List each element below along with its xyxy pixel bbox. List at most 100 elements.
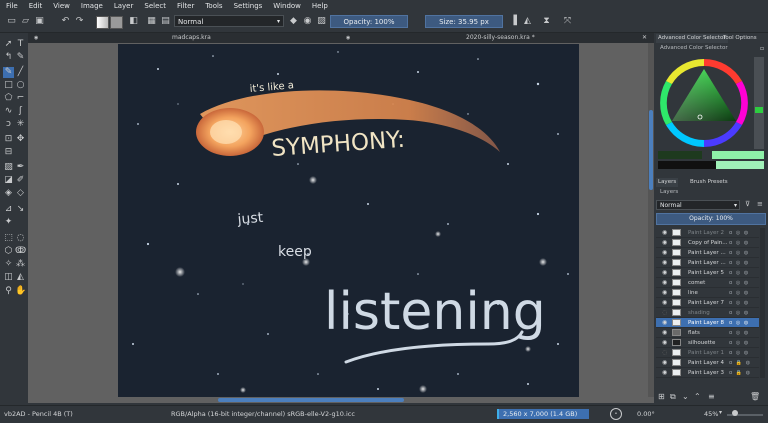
layer-row[interactable]: ◉ Paint Layer 2 α ◎ ◍	[656, 228, 759, 238]
rotation-dial-icon[interactable]: •	[610, 408, 622, 420]
multibrush-tool-icon[interactable]: ✳	[15, 119, 26, 130]
zoom-slider-handle[interactable]	[732, 410, 738, 416]
previous-color-swatch[interactable]	[658, 151, 702, 159]
move-tool-icon[interactable]: ✥	[15, 134, 26, 145]
fill-tool-icon[interactable]: ◈	[3, 188, 14, 199]
layer-flags-icon[interactable]: α ◎ ◍	[729, 288, 749, 298]
layer-properties-icon[interactable]: ≡	[708, 392, 715, 401]
tab-close-icon[interactable]: ◉	[34, 33, 38, 43]
layer-flags-icon[interactable]: α ◎ ◍	[729, 318, 749, 328]
add-layer-icon[interactable]: ⊞	[658, 392, 665, 401]
freehand-brush-tool-icon[interactable]: ✎	[3, 67, 14, 78]
visibility-icon[interactable]: ◌	[662, 309, 667, 316]
smart-patch-tool-icon[interactable]: ✐	[15, 175, 26, 186]
calligraphy-tool-icon[interactable]: ✎	[15, 52, 26, 63]
layer-flags-icon[interactable]: α ◎ ◍	[729, 348, 749, 358]
new-document-icon[interactable]: ▭	[6, 16, 17, 27]
layer-flags-icon[interactable]: α ◎ ◍	[729, 308, 749, 318]
eraser-mode-icon[interactable]: ◆	[288, 16, 299, 27]
layer-row[interactable]: ◌ shading α ◎ ◍	[656, 308, 759, 318]
menu-layer[interactable]: Layer	[108, 0, 139, 11]
dock-float-icon[interactable]: ▫	[758, 44, 766, 53]
visibility-icon[interactable]: ◉	[662, 269, 667, 276]
freehand-path-tool-icon[interactable]: ʃ	[15, 106, 26, 117]
fg-bg-color-icon[interactable]: ◧	[128, 16, 139, 27]
visibility-icon[interactable]: ◉	[662, 369, 667, 376]
brush-settings-icon[interactable]: ▤	[160, 16, 171, 27]
horizontal-scroll-thumb[interactable]	[218, 398, 404, 402]
memory-usage-indicator[interactable]: 2,560 x 7,000 (1.4 GB)	[497, 409, 589, 419]
zoom-status[interactable]: 45%	[704, 409, 718, 419]
menu-view[interactable]: View	[47, 0, 75, 11]
measure-tool-icon[interactable]: ↘	[15, 204, 26, 215]
layer-row[interactable]: ◉ Copy of Pain... α ◎ ◍	[656, 238, 759, 248]
zoom-tool-icon[interactable]: ⚲	[3, 286, 14, 297]
layer-row[interactable]: ◉ comet α ◎ ◍	[656, 278, 759, 288]
color-wheel[interactable]	[656, 55, 766, 179]
tab-advanced-color-selector[interactable]: Advanced Color Selector	[656, 34, 728, 43]
polygonal-selection-tool-icon[interactable]: ⬡	[3, 246, 14, 257]
tab-brush-presets[interactable]: Brush Presets	[688, 178, 730, 187]
polygon-tool-icon[interactable]: ⬠	[3, 93, 14, 104]
size-slider[interactable]: Size: 35.95 px	[425, 15, 503, 28]
chevron-down-icon[interactable]: ▾	[719, 409, 722, 416]
layer-row[interactable]: ◉ Paint Layer ... α ◎ ◍	[656, 258, 759, 268]
layer-flags-icon[interactable]: α 🔒 ◍	[729, 358, 751, 368]
assistant-tool-icon[interactable]: ⊿	[3, 204, 14, 215]
visibility-icon[interactable]: ◉	[662, 339, 667, 346]
undo-icon[interactable]: ↶	[60, 16, 71, 27]
visibility-icon[interactable]: ◌	[662, 349, 667, 356]
menu-select[interactable]: Select	[138, 0, 171, 11]
visibility-icon[interactable]: ◉	[662, 319, 667, 326]
filter-icon[interactable]: ⊽	[745, 200, 750, 208]
bezier-selection-tool-icon[interactable]: ◫	[3, 272, 14, 283]
gradient-swatch[interactable]	[96, 16, 109, 29]
gradient-tool-icon[interactable]: ▨	[3, 162, 14, 173]
text-tool-icon[interactable]: T	[15, 39, 26, 50]
elliptical-selection-tool-icon[interactable]: ◌	[15, 233, 26, 244]
open-document-icon[interactable]: ▱	[20, 16, 31, 27]
freehand-selection-tool-icon[interactable]: ↂ	[15, 246, 26, 257]
layer-flags-icon[interactable]: α ◎ ◍	[729, 238, 749, 248]
mirror-vertical-icon[interactable]: ⧗	[541, 16, 552, 27]
edit-shapes-tool-icon[interactable]: ↰	[3, 52, 14, 63]
ellipse-tool-icon[interactable]: ○	[15, 80, 26, 91]
pattern-swatch[interactable]	[110, 16, 123, 29]
contiguous-selection-tool-icon[interactable]: ✧	[3, 259, 14, 270]
layer-row[interactable]: ◉ silhouette α ◎ ◍	[656, 338, 759, 348]
layer-row-active[interactable]: ◉ Paint Layer 8 α ◎ ◍	[656, 318, 759, 328]
line-tool-icon[interactable]: ╱	[15, 67, 26, 78]
bezier-tool-icon[interactable]: ∿	[3, 106, 14, 117]
move-layer-down-icon[interactable]: ⌄	[682, 392, 689, 401]
menu-filter[interactable]: Filter	[171, 0, 199, 11]
visibility-icon[interactable]: ◉	[662, 229, 667, 236]
artwork-canvas[interactable]: it's like a SYMPHONY: just keep listenin…	[118, 44, 579, 397]
layer-row[interactable]: ◉ Paint Layer 7 α ◎ ◍	[656, 298, 759, 308]
layer-row[interactable]: ◉ Paint Layer 3 α 🔒 ◍	[656, 368, 759, 378]
layer-row[interactable]: ◉ Paint Layer 5 α ◎ ◍	[656, 268, 759, 278]
layer-row[interactable]: ◉ line α ◎ ◍	[656, 288, 759, 298]
layer-flags-icon[interactable]: α ◎ ◍	[729, 258, 749, 268]
duplicate-layer-icon[interactable]: ⧉	[670, 392, 676, 402]
layer-flags-icon[interactable]: α ◎ ◍	[729, 328, 749, 338]
tab-tool-options[interactable]: Tool Options	[721, 34, 759, 43]
layer-flags-icon[interactable]: α 🔒 ◍	[729, 368, 751, 378]
layer-flags-icon[interactable]: α ◎ ◍	[729, 248, 749, 258]
menu-file[interactable]: File	[0, 0, 23, 11]
magnetic-selection-tool-icon[interactable]: ◭	[15, 272, 26, 283]
layer-row[interactable]: ◉ Paint Layer ... α ◎ ◍	[656, 248, 759, 258]
visibility-icon[interactable]: ◉	[662, 299, 667, 306]
tab-layers[interactable]: Layers	[656, 178, 679, 187]
similar-selection-tool-icon[interactable]: ⁂	[15, 259, 26, 270]
visibility-icon[interactable]: ◉	[662, 289, 667, 296]
layer-row[interactable]: ◉ flats α ◎ ◍	[656, 328, 759, 338]
wrap-around-icon[interactable]: ⤧	[562, 16, 573, 27]
layer-opacity-slider[interactable]: Opacity: 100%	[656, 213, 766, 225]
tab-madcaps[interactable]: madcaps.kra	[172, 33, 211, 43]
brush-presets-icon[interactable]: ▦	[146, 16, 157, 27]
layer-flags-icon[interactable]: α ◎ ◍	[729, 278, 749, 288]
pan-tool-icon[interactable]: ✋	[15, 286, 26, 297]
layer-flags-icon[interactable]: α ◎ ◍	[729, 298, 749, 308]
tab-close-icon[interactable]: ✕	[642, 33, 647, 43]
move-layer-up-icon[interactable]: ⌃	[694, 392, 701, 401]
